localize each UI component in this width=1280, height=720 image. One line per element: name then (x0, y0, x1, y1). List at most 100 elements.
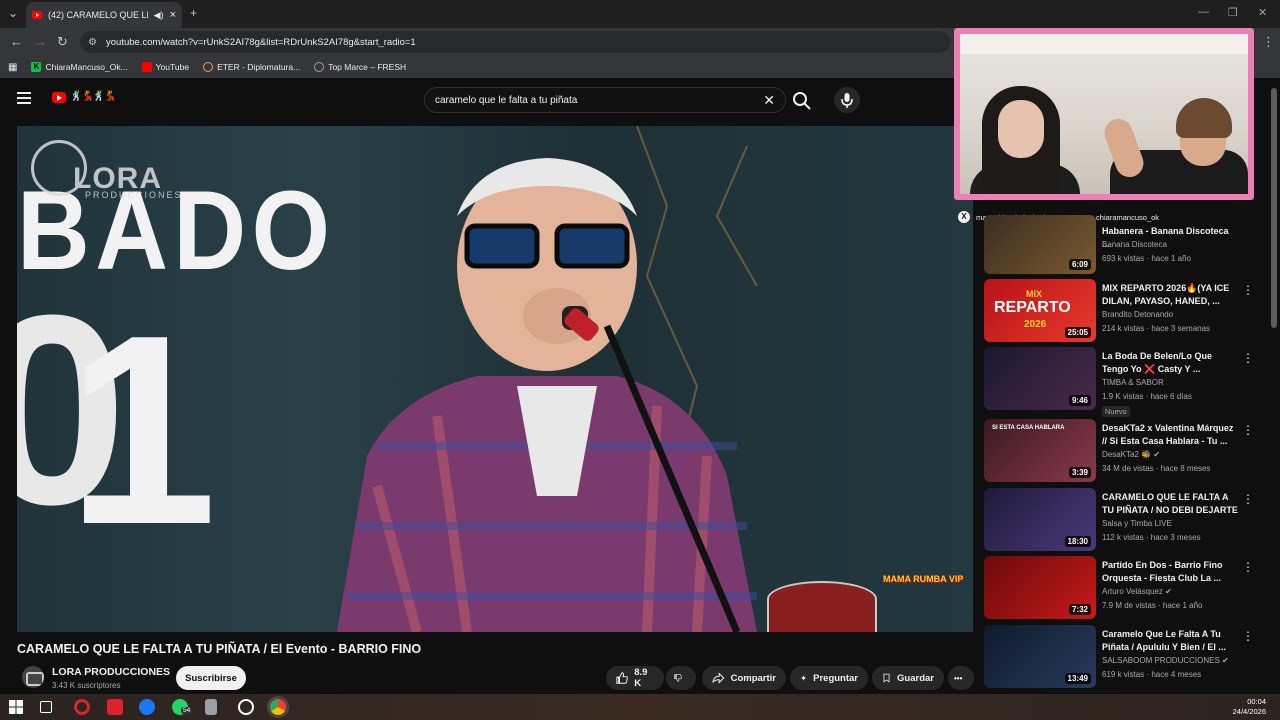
chrome-icon[interactable] (270, 699, 286, 715)
voice-search-button[interactable] (834, 87, 860, 113)
rec-thumbnail[interactable]: 13:49 (984, 625, 1096, 688)
notepad-icon[interactable] (205, 699, 217, 715)
menu-icon[interactable] (17, 92, 31, 104)
rec-item[interactable]: 13:49 Caramelo Que Le Falta A Tu Piñata … (984, 625, 1264, 689)
forward-arrow-icon[interactable]: → (34, 34, 47, 49)
more-vert-icon[interactable]: ⋮ (1242, 283, 1254, 297)
opera-icon[interactable] (74, 699, 90, 715)
more-vert-icon[interactable]: ⋮ (1242, 492, 1254, 506)
rec-title[interactable]: La Boda De Belen/Lo Que Tengo Yo ❌ Casty… (1102, 350, 1238, 376)
back-arrow-icon[interactable]: ← (10, 34, 23, 49)
save-button[interactable]: Guardar (872, 666, 944, 690)
more-vert-icon[interactable]: ⋮ (1242, 423, 1254, 437)
more-vert-icon[interactable]: ⋮ (1242, 560, 1254, 574)
whatsapp-icon[interactable]: 54 (172, 699, 193, 715)
rec-thumbnail[interactable]: 6:09 (984, 215, 1096, 274)
rec-channel[interactable]: TIMBA & SABOR (1102, 378, 1164, 387)
rec-duration: 25:05 (1064, 327, 1091, 338)
reload-icon[interactable]: ↻ (57, 34, 68, 50)
rec-item[interactable]: 18:30 CARAMELO QUE LE FALTA A TU PIÑATA … (984, 488, 1264, 552)
video-player[interactable]: BADO 0 1 LORA PRODUCCIONES MAMA RUMBA VI… (17, 126, 973, 632)
tab-close-icon[interactable]: × (170, 9, 176, 21)
rec-thumbnail[interactable]: MIX REPARTO 2026 25:05 (984, 279, 1096, 342)
more-vert-icon[interactable]: ⋮ (1242, 629, 1254, 643)
share-button[interactable]: Compartir (702, 666, 786, 690)
rec-item[interactable]: 9:46 La Boda De Belen/Lo Que Tengo Yo ❌ … (984, 347, 1264, 417)
rec-channel[interactable]: Arturo Velásquez ✔ (1102, 587, 1172, 596)
new-badge: Nuevo (1102, 406, 1130, 417)
more-actions-button[interactable]: ••• (948, 666, 974, 690)
taskbar-clock[interactable]: 00:04 24/4/2026 (1233, 697, 1266, 717)
facebook-icon[interactable] (139, 699, 155, 715)
rec-thumbnail[interactable]: 9:46 (984, 347, 1096, 410)
singer-figure (337, 158, 757, 632)
rec-channel[interactable]: Banana Discoteca (1102, 240, 1167, 249)
site-info-icon[interactable]: ⚙ (88, 37, 98, 48)
person-right-arm (1100, 115, 1148, 181)
speaker-icon[interactable]: ◀) (154, 10, 164, 21)
obs-icon[interactable] (238, 699, 254, 715)
save-label: Guardar (897, 672, 934, 684)
thumbs-down-icon (674, 674, 682, 682)
rec-channel[interactable]: SALSABOOM PRODUCCIONES ✔ (1102, 656, 1229, 665)
youtube-doodle-icon[interactable]: 🕺💃🕺💃 (70, 91, 117, 102)
youtube-logo-icon[interactable] (52, 92, 66, 103)
channel-avatar[interactable] (22, 666, 44, 688)
rec-channel[interactable]: Salsa y Timba LIVE (1102, 519, 1172, 528)
rec-thumbnail[interactable]: 7:32 (984, 556, 1096, 619)
like-button[interactable]: 8.9 K (606, 666, 664, 690)
clock-date: 24/4/2026 (1232, 707, 1266, 716)
rec-channel[interactable]: Brandito Detonando (1102, 310, 1173, 319)
new-tab-button[interactable]: + (190, 6, 197, 20)
bookmark-top-marce[interactable]: Top Marce – FRESH (314, 62, 406, 72)
rec-channel[interactable]: DesaKTa2 🐝 ✔ (1102, 450, 1160, 459)
window-close-icon[interactable]: ✕ (1258, 6, 1267, 19)
recommendations-list: 6:09 Habanera - Banana Discoteca ... Ban… (984, 215, 1264, 689)
rec-title[interactable]: DesaKTa2 x Valentina Márquez // Si Esta … (1102, 422, 1238, 448)
minimize-icon[interactable]: — (1198, 6, 1209, 18)
tab-search-chevron-icon[interactable]: ⌄ (8, 6, 18, 20)
rec-title[interactable]: MIX REPARTO 2026🔥(YA ICE DILAN, PAYASO, … (1102, 282, 1238, 308)
windows-start-icon[interactable] (8, 699, 24, 715)
bookmark-icon (883, 673, 890, 683)
mama-rumba-logo: MAMA RUMBA VIP (883, 574, 964, 584)
channel-name[interactable]: LORA PRODUCCIONES (52, 666, 170, 678)
subscribe-button[interactable]: Suscribirse (176, 666, 246, 690)
task-view-icon[interactable] (40, 701, 52, 713)
youtube-app-icon[interactable] (107, 699, 123, 715)
clear-search-icon[interactable]: ✕ (763, 92, 775, 109)
ask-button[interactable]: Preguntar (790, 666, 868, 690)
page-scrollbar[interactable] (1271, 88, 1277, 328)
rec-thumbnail[interactable]: SI ESTA CASA HABLARA 3:39 (984, 419, 1096, 482)
rec-thumbnail[interactable]: 18:30 (984, 488, 1096, 551)
rec-title[interactable]: Caramelo Que Le Falta A Tu Piñata / Apul… (1102, 628, 1238, 654)
rec-duration: 18:30 (1064, 536, 1091, 547)
restore-icon[interactable]: ❐ (1228, 6, 1238, 19)
rec-item[interactable]: SI ESTA CASA HABLARA 3:39 DesaKTa2 x Val… (984, 419, 1264, 483)
browser-tab-active[interactable]: (42) CARAMELO QUE LE FALTA A TU PIÑATA /… (26, 2, 182, 28)
like-count: 8.9 K (634, 667, 648, 689)
dislike-button[interactable] (666, 666, 696, 690)
rec-item[interactable]: 7:32 Partido En Dos - Barrio Fino Orques… (984, 556, 1264, 620)
address-bar[interactable]: ⚙ youtube.com/watch?v=rUnkS2AI78g&list=R… (80, 31, 950, 53)
thumb-text: REPARTO (994, 299, 1071, 316)
search-icon[interactable] (790, 89, 814, 113)
x-logo-icon: X (958, 211, 970, 223)
webcam-feed (960, 34, 1248, 194)
browser-menu-icon[interactable]: ⋮ (1262, 34, 1275, 50)
rec-duration: 9:46 (1068, 395, 1091, 406)
subscriber-count: 3.43 K suscriptores (52, 681, 121, 690)
thumbs-up-icon (616, 672, 628, 684)
tab-title: (42) CARAMELO QUE LE FALTA A TU PIÑATA /… (48, 10, 148, 20)
rec-title[interactable]: Partido En Dos - Barrio Fino Orquesta - … (1102, 559, 1238, 585)
eter-icon (203, 62, 214, 72)
more-vert-icon[interactable]: ⋮ (1242, 351, 1254, 365)
rec-item[interactable]: MIX REPARTO 2026 25:05 MIX REPARTO 2026🔥… (984, 279, 1264, 343)
bookmark-chiaramancuso[interactable]: K ChiaraMancuso_Ok... (31, 62, 128, 72)
apps-grid-icon[interactable]: ▦ (8, 62, 17, 73)
rec-duration: 7:32 (1068, 604, 1091, 615)
rec-title[interactable]: CARAMELO QUE LE FALTA A TU PIÑATA / NO D… (1102, 491, 1238, 517)
bookmark-eter[interactable]: ETER - Diplomatura... (203, 62, 300, 72)
search-input[interactable]: caramelo que le falta a tu piñata ✕ (424, 87, 786, 113)
bookmark-youtube[interactable]: YouTube (141, 62, 189, 72)
